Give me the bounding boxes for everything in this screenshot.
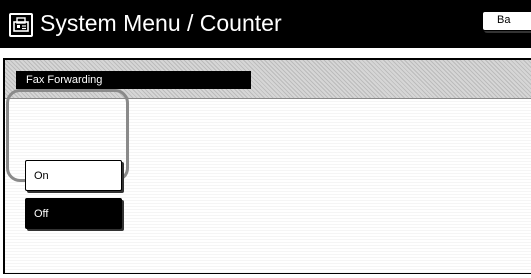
setting-title-box: Fax Forwarding [16,71,251,89]
off-button[interactable]: Off [25,198,122,229]
back-button[interactable]: Ba [482,11,531,31]
title-bar: System Menu / Counter [0,0,531,48]
page-title: System Menu / Counter [40,10,282,36]
setting-title: Fax Forwarding [26,74,103,86]
fax-machine-icon [9,13,33,37]
on-button[interactable]: On [25,160,122,191]
